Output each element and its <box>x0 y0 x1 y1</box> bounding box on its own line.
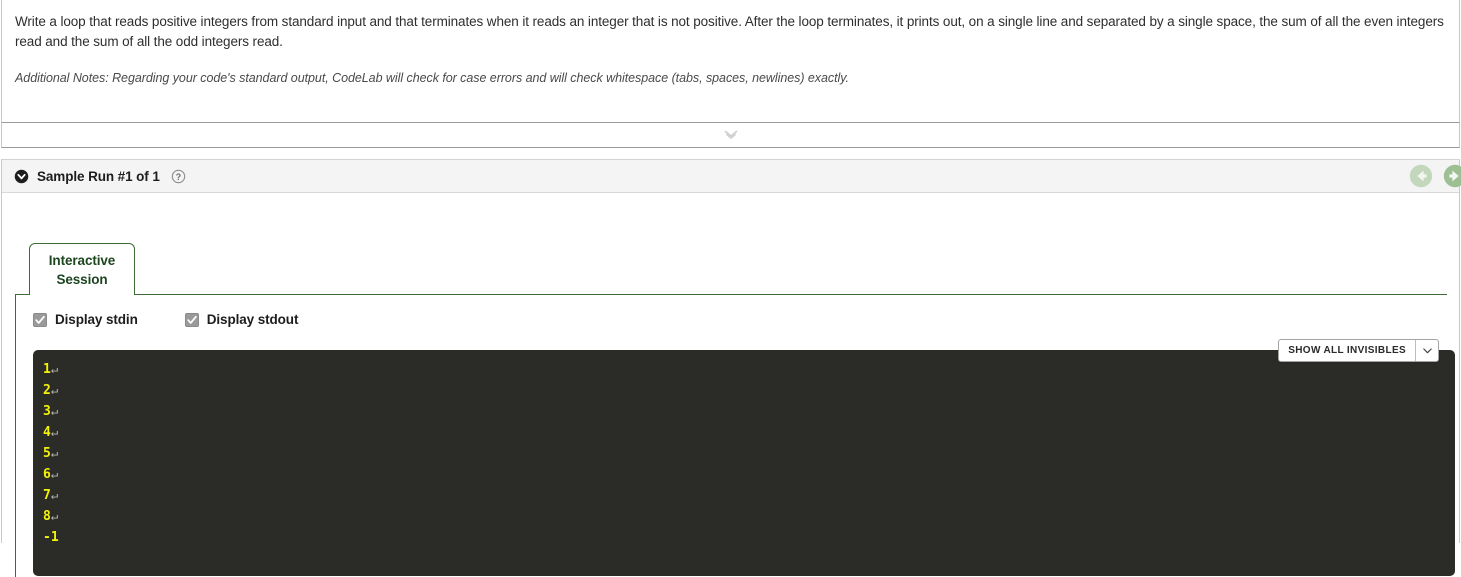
chevron-down-icon[interactable] <box>1422 347 1432 354</box>
newline-glyph-icon: ↵ <box>50 488 59 502</box>
terminal-stdin-token: 1 <box>43 362 51 377</box>
terminal-stdin-token: 7 <box>43 488 51 503</box>
terminal-line: 3↵ <box>43 401 1455 422</box>
arrow-right-circle-icon[interactable] <box>1443 164 1461 188</box>
svg-text:?: ? <box>176 171 181 181</box>
terminal-line: 5↵ <box>43 443 1455 464</box>
terminal-stdin-token: 4 <box>43 425 51 440</box>
checkbox-label-display-stdout: Display stdout <box>206 312 299 327</box>
problem-statement-text: Write a loop that reads positive integer… <box>15 14 1444 49</box>
checkbox-checked-icon[interactable] <box>33 312 47 327</box>
interactive-session-terminal[interactable]: 1↵ 2↵ 3↵ 4↵ 5↵ 6↵ 7↵ 8↵ -1 <box>33 350 1455 576</box>
collapse-statement-bar[interactable] <box>1 122 1460 148</box>
checkbox-display-stdout[interactable]: Display stdout <box>184 312 299 327</box>
problem-statement-body: Write a loop that reads positive integer… <box>2 0 1459 87</box>
newline-glyph-icon: ↵ <box>50 404 59 418</box>
double-chevron-down-icon[interactable] <box>723 128 739 142</box>
newline-glyph-icon: ↵ <box>50 509 59 523</box>
newline-glyph-icon: ↵ <box>50 425 59 439</box>
terminal-line: 8↵ <box>43 506 1455 527</box>
terminal-line: 7↵ <box>43 485 1455 506</box>
checkbox-display-stdin[interactable]: Display stdin <box>33 312 138 327</box>
terminal-stdin-token: 6 <box>43 467 51 482</box>
additional-notes-text: Additional Notes: Regarding your code's … <box>15 71 849 85</box>
sample-run-panel: Sample Run #1 of 1 ? Interactive Session <box>1 159 1461 577</box>
interactive-session-panel: Display stdin Display stdout SHOW ALL IN… <box>15 294 1455 577</box>
terminal-line: 4↵ <box>43 422 1455 443</box>
terminal-line: 1↵ <box>43 359 1455 380</box>
terminal-stdin-token: 3 <box>43 404 51 419</box>
show-all-invisibles-dropdown[interactable] <box>1415 340 1438 361</box>
chevron-down-circle-icon[interactable] <box>14 169 29 184</box>
sample-run-title: Sample Run #1 of 1 <box>37 168 160 184</box>
newline-glyph-icon: ↵ <box>50 467 59 481</box>
tab-label-line2: Session <box>56 271 108 287</box>
terminal-lines: 1↵ 2↵ 3↵ 4↵ 5↵ 6↵ 7↵ 8↵ -1 <box>43 359 1455 548</box>
terminal-stdin-token: 5 <box>43 446 51 461</box>
checkbox-checked-icon[interactable] <box>184 312 199 327</box>
terminal-line: -1 <box>43 527 1455 548</box>
terminal-line: 2↵ <box>43 380 1455 401</box>
terminal-stdin-token: 8 <box>43 509 51 524</box>
arrow-left-circle-icon[interactable] <box>1409 164 1433 188</box>
show-all-invisibles-button[interactable]: SHOW ALL INVISIBLES <box>1278 339 1439 362</box>
tab-label-line1: Interactive <box>48 252 116 268</box>
sample-run-navigation <box>1409 164 1461 188</box>
terminal-stdin-token: 2 <box>43 383 51 398</box>
display-options-row: Display stdin Display stdout <box>33 312 298 327</box>
show-all-invisibles-label[interactable]: SHOW ALL INVISIBLES <box>1279 340 1415 361</box>
tab-area: Interactive Session Display stdin Displa… <box>2 193 1459 577</box>
newline-glyph-icon: ↵ <box>50 446 59 460</box>
newline-glyph-icon: ↵ <box>50 362 59 376</box>
tab-interactive-session[interactable]: Interactive Session <box>29 243 135 295</box>
newline-glyph-icon: ↵ <box>50 383 59 397</box>
help-circle-icon[interactable]: ? <box>171 169 186 184</box>
terminal-line: 6↵ <box>43 464 1455 485</box>
sample-run-header: Sample Run #1 of 1 ? <box>2 160 1461 193</box>
checkbox-label-display-stdin: Display stdin <box>55 312 138 327</box>
problem-statement-panel: Write a loop that reads positive integer… <box>1 0 1460 122</box>
